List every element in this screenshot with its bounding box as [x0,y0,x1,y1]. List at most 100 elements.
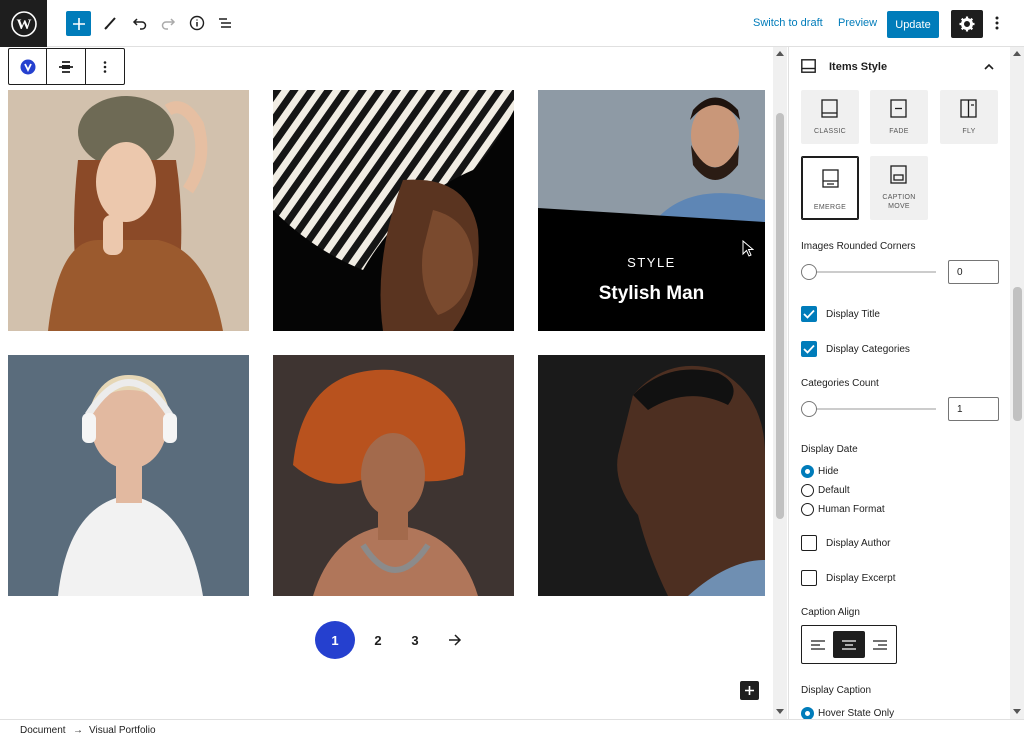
fly-style-icon [960,99,977,118]
display-caption-label: Display Caption [801,685,872,696]
sidebar-scrollbar-thumb[interactable] [1013,287,1022,421]
style-option-label: FLY [962,128,976,135]
style-option-label-line1: CAPTION [882,194,916,201]
block-options-button[interactable] [86,49,124,84]
portrait-red-hair-image [273,355,514,596]
wordpress-icon: W [10,10,37,37]
more-options-button[interactable] [985,11,1009,35]
caption-align-label: Caption Align [801,607,860,618]
date-option-hide-radio[interactable] [801,465,814,478]
scroll-up-icon[interactable] [776,50,784,56]
categories-count-slider-track[interactable] [809,408,936,410]
align-left-button[interactable] [802,626,833,663]
breadcrumb-current-block[interactable]: Visual Portfolio [89,725,156,736]
switch-to-draft-link[interactable]: Switch to draft [753,17,823,29]
portfolio-item[interactable] [8,90,249,331]
align-center-icon [841,639,856,650]
portrait-striped-hat-image [273,90,514,331]
display-title-checkbox[interactable] [801,306,817,322]
list-view-icon [219,18,231,28]
portfolio-item[interactable] [538,355,765,596]
style-option-classic[interactable]: CLASSIC [801,90,859,144]
emerge-style-icon [822,169,839,188]
details-button[interactable] [185,11,209,35]
rounded-corners-slider-track[interactable] [809,271,936,273]
pagination-next-button[interactable] [435,621,475,659]
display-excerpt-checkbox[interactable] [801,570,817,586]
items-style-icon [801,59,816,73]
editor-top-bar: W Switch to draft Preview Update [0,0,1024,47]
pagination-page-1[interactable]: 1 [315,621,355,659]
preview-link[interactable]: Preview [838,17,877,29]
rounded-corners-input[interactable]: 0 [948,260,999,284]
style-option-label: FADE [889,128,909,135]
chevron-up-icon[interactable] [984,63,994,70]
style-option-label: CAPTION MOVE [870,193,928,211]
portfolio-item[interactable] [273,90,514,331]
sidebar-scrollbar[interactable] [1010,47,1024,719]
redo-icon [161,18,176,30]
portrait-woman-hat-image [8,90,249,331]
style-option-label: EMERGE [813,204,847,211]
settings-button[interactable] [951,10,983,38]
pagination-page-3[interactable]: 3 [395,621,435,659]
undo-icon [132,18,147,30]
style-option-fade[interactable]: FADE [870,90,928,144]
add-block-inserter-button[interactable] [66,11,91,36]
categories-count-input[interactable]: 1 [948,397,999,421]
checkmark-icon [803,344,815,354]
display-author-label: Display Author [826,538,891,549]
display-date-label: Display Date [801,444,858,455]
arrow-right-icon [449,634,462,646]
portrait-woman-headphones-image [8,355,249,596]
breadcrumb-separator: → [73,725,83,736]
editor-scrollbar-thumb[interactable] [776,113,784,519]
update-button[interactable]: Update [887,11,939,38]
gear-icon [959,16,975,32]
date-option-label: Hide [818,466,839,477]
scroll-down-icon[interactable] [1013,709,1021,715]
list-view-button[interactable] [213,11,237,35]
fade-style-icon [890,99,907,118]
items-style-panel-header[interactable]: Items Style [789,47,1011,87]
portfolio-item[interactable] [8,355,249,596]
plus-icon [745,686,754,695]
date-option-label: Default [818,485,850,496]
scroll-down-icon[interactable] [776,709,784,715]
date-option-human-format-radio[interactable] [801,503,814,516]
caption-title: Stylish Man [598,283,705,304]
visual-portfolio-icon [20,59,35,74]
align-center-button[interactable] [833,631,865,658]
rounded-corners-slider-thumb[interactable] [801,264,817,280]
date-option-default-radio[interactable] [801,484,814,497]
display-author-checkbox[interactable] [801,535,817,551]
portfolio-item-hovered[interactable]: STYLE Stylish Man [538,90,765,331]
undo-button[interactable] [128,11,152,35]
style-option-label-line2: MOVE [888,203,910,210]
breadcrumb-document[interactable]: Document [20,725,66,736]
align-button[interactable] [47,49,86,84]
checkmark-icon [803,309,815,319]
scroll-up-icon[interactable] [1013,50,1021,56]
display-caption-option-label: Hover State Only [818,708,895,719]
vertical-ellipsis-icon [103,60,107,73]
tools-button[interactable] [99,11,123,35]
style-option-fly[interactable]: FLY [940,90,998,144]
portfolio-item[interactable] [273,355,514,596]
mouse-cursor-icon [742,240,754,257]
block-type-button[interactable] [9,49,47,84]
display-categories-checkbox[interactable] [801,341,817,357]
align-right-button[interactable] [865,626,896,663]
style-option-emerge[interactable]: EMERGE [801,156,859,220]
caption-align-group [801,625,897,664]
rounded-corners-label: Images Rounded Corners [801,241,916,252]
redo-button[interactable] [156,11,180,35]
pagination-page-2[interactable]: 2 [358,621,398,659]
add-block-button[interactable] [740,681,759,700]
editor-scrollbar[interactable] [773,47,787,719]
vertical-ellipsis-icon [995,16,999,30]
style-option-label: CLASSIC [813,128,847,135]
style-option-caption-move[interactable]: CAPTION MOVE [870,156,928,220]
wordpress-logo-button[interactable]: W [0,0,47,47]
categories-count-slider-thumb[interactable] [801,401,817,417]
